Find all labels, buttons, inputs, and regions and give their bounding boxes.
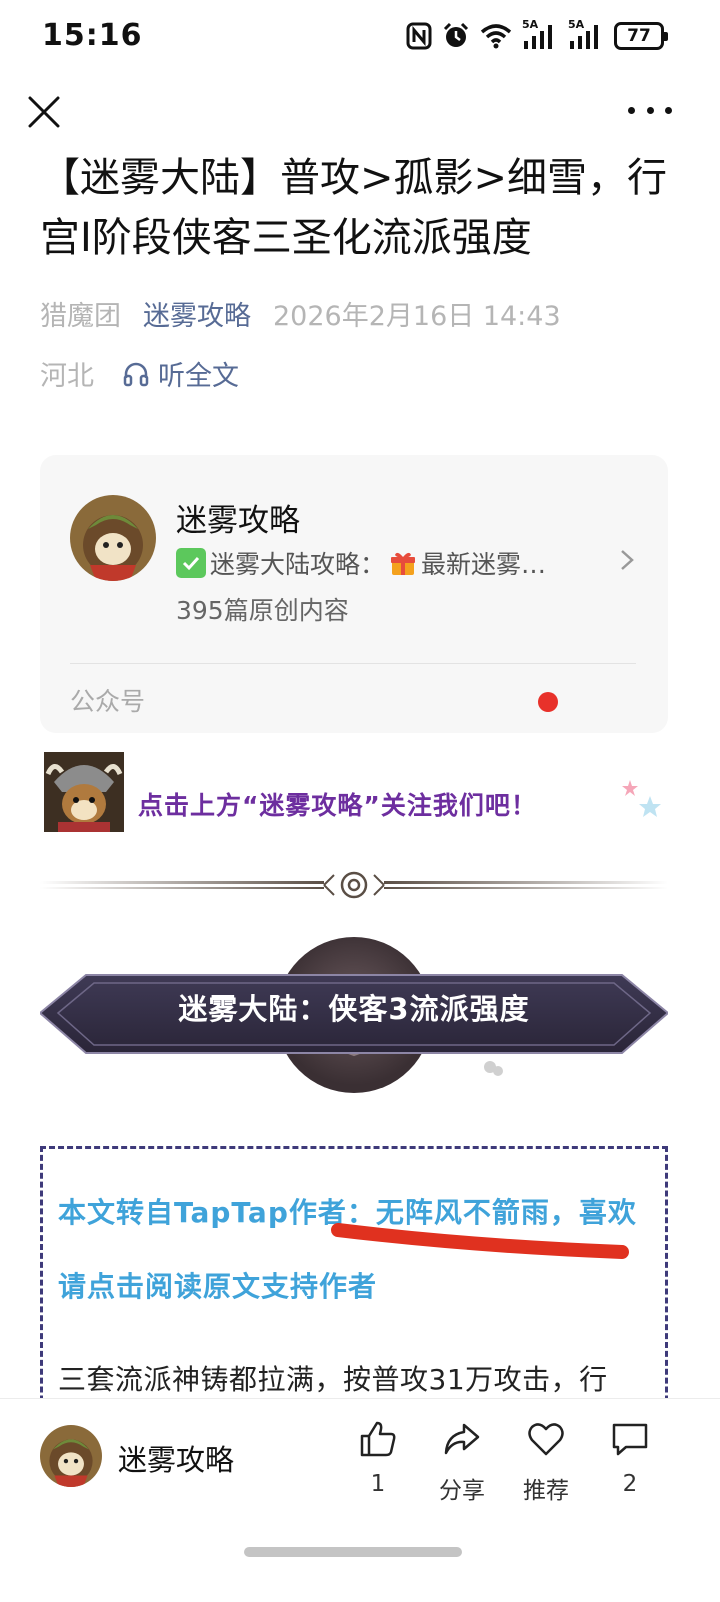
close-button[interactable] <box>24 92 64 132</box>
share-label: 分享 <box>439 1478 485 1504</box>
account-desc-prefix: 迷雾大陆攻略： <box>210 550 386 579</box>
account-type: 公众号 <box>70 687 146 716</box>
alarm-icon <box>443 22 469 47</box>
follow-banner-image <box>44 752 124 832</box>
status-bar: 15:16 5A 5A 77 <box>0 0 720 72</box>
signal-icon: 5A <box>522 18 558 51</box>
thumbs-up-icon <box>360 1421 396 1457</box>
bottom-action-bar: 迷雾攻略 1 分享 推荐 2 <box>0 1398 720 1602</box>
wifi-icon <box>480 24 512 49</box>
status-icons: 5A 5A 77 <box>406 18 668 52</box>
like-count: 1 <box>370 1471 386 1497</box>
card-divider <box>70 663 636 664</box>
battery-icon: 77 <box>614 22 668 50</box>
author-name: 猎魔团 <box>40 301 121 332</box>
status-time: 15:16 <box>42 18 143 53</box>
heart-icon <box>528 1423 564 1456</box>
headphones-icon <box>123 362 149 386</box>
check-icon <box>176 548 206 578</box>
share-icon <box>444 1423 480 1455</box>
like-button[interactable]: 1 <box>338 1419 418 1497</box>
section-title: 迷雾大陆：侠客3流派强度 <box>178 992 530 1026</box>
signal-icon-2: 5A <box>568 18 604 51</box>
more-icon <box>628 106 635 114</box>
red-underline-annotation <box>331 1223 629 1259</box>
close-icon <box>28 96 60 128</box>
account-name: 迷雾攻略 <box>176 503 300 539</box>
article-meta: 猎魔团 迷雾攻略 2026年2月16日 14:43 <box>40 294 561 333</box>
battery-level: 77 <box>627 26 651 46</box>
account-desc: 迷雾大陆攻略： 最新迷雾… <box>176 545 606 581</box>
publish-date: 2026年2月16日 14:43 <box>273 301 561 332</box>
gift-icon <box>391 552 416 575</box>
account-desc-suffix: 最新迷雾… <box>421 550 547 579</box>
bottom-account-name[interactable]: 迷雾攻略 <box>118 1437 234 1479</box>
more-button[interactable] <box>628 100 672 120</box>
follow-prompt: 点击上方“迷雾攻略”关注我们吧！ <box>138 791 537 820</box>
article-count: 395篇原创内容 <box>176 596 349 625</box>
recommend-label: 推荐 <box>523 1478 569 1504</box>
account-avatar <box>70 495 156 581</box>
listen-label: 听全文 <box>158 361 239 392</box>
comment-count: 2 <box>622 1471 638 1497</box>
location: 河北 <box>40 361 94 392</box>
account-card[interactable]: 迷雾攻略 迷雾大陆攻略： 最新迷雾… 395篇原创内容 公众号 <box>40 455 668 733</box>
chevron-right-icon <box>621 550 634 570</box>
share-button[interactable]: 分享 <box>422 1419 502 1505</box>
notification-dot <box>538 692 558 712</box>
account-link[interactable]: 迷雾攻略 <box>143 294 251 333</box>
article-meta-2: 河北 听全文 <box>40 354 239 393</box>
stars-decoration <box>622 780 661 817</box>
nfc-icon <box>406 22 432 50</box>
article-body-text: 三套流派神铸都拉满，按普攻31万攻击，行 <box>58 1363 608 1396</box>
bottom-account-avatar[interactable] <box>40 1425 102 1487</box>
home-indicator[interactable] <box>244 1547 462 1557</box>
ornament-divider <box>40 871 668 899</box>
listen-button[interactable]: 听全文 <box>122 354 239 393</box>
comment-icon <box>612 1423 648 1456</box>
comment-button[interactable]: 2 <box>590 1419 670 1497</box>
recommend-button[interactable]: 推荐 <box>506 1419 586 1505</box>
article-title: 【迷雾大陆】普攻>孤影>细雪，行宫I阶段侠客三圣化流派强度 <box>40 155 668 261</box>
